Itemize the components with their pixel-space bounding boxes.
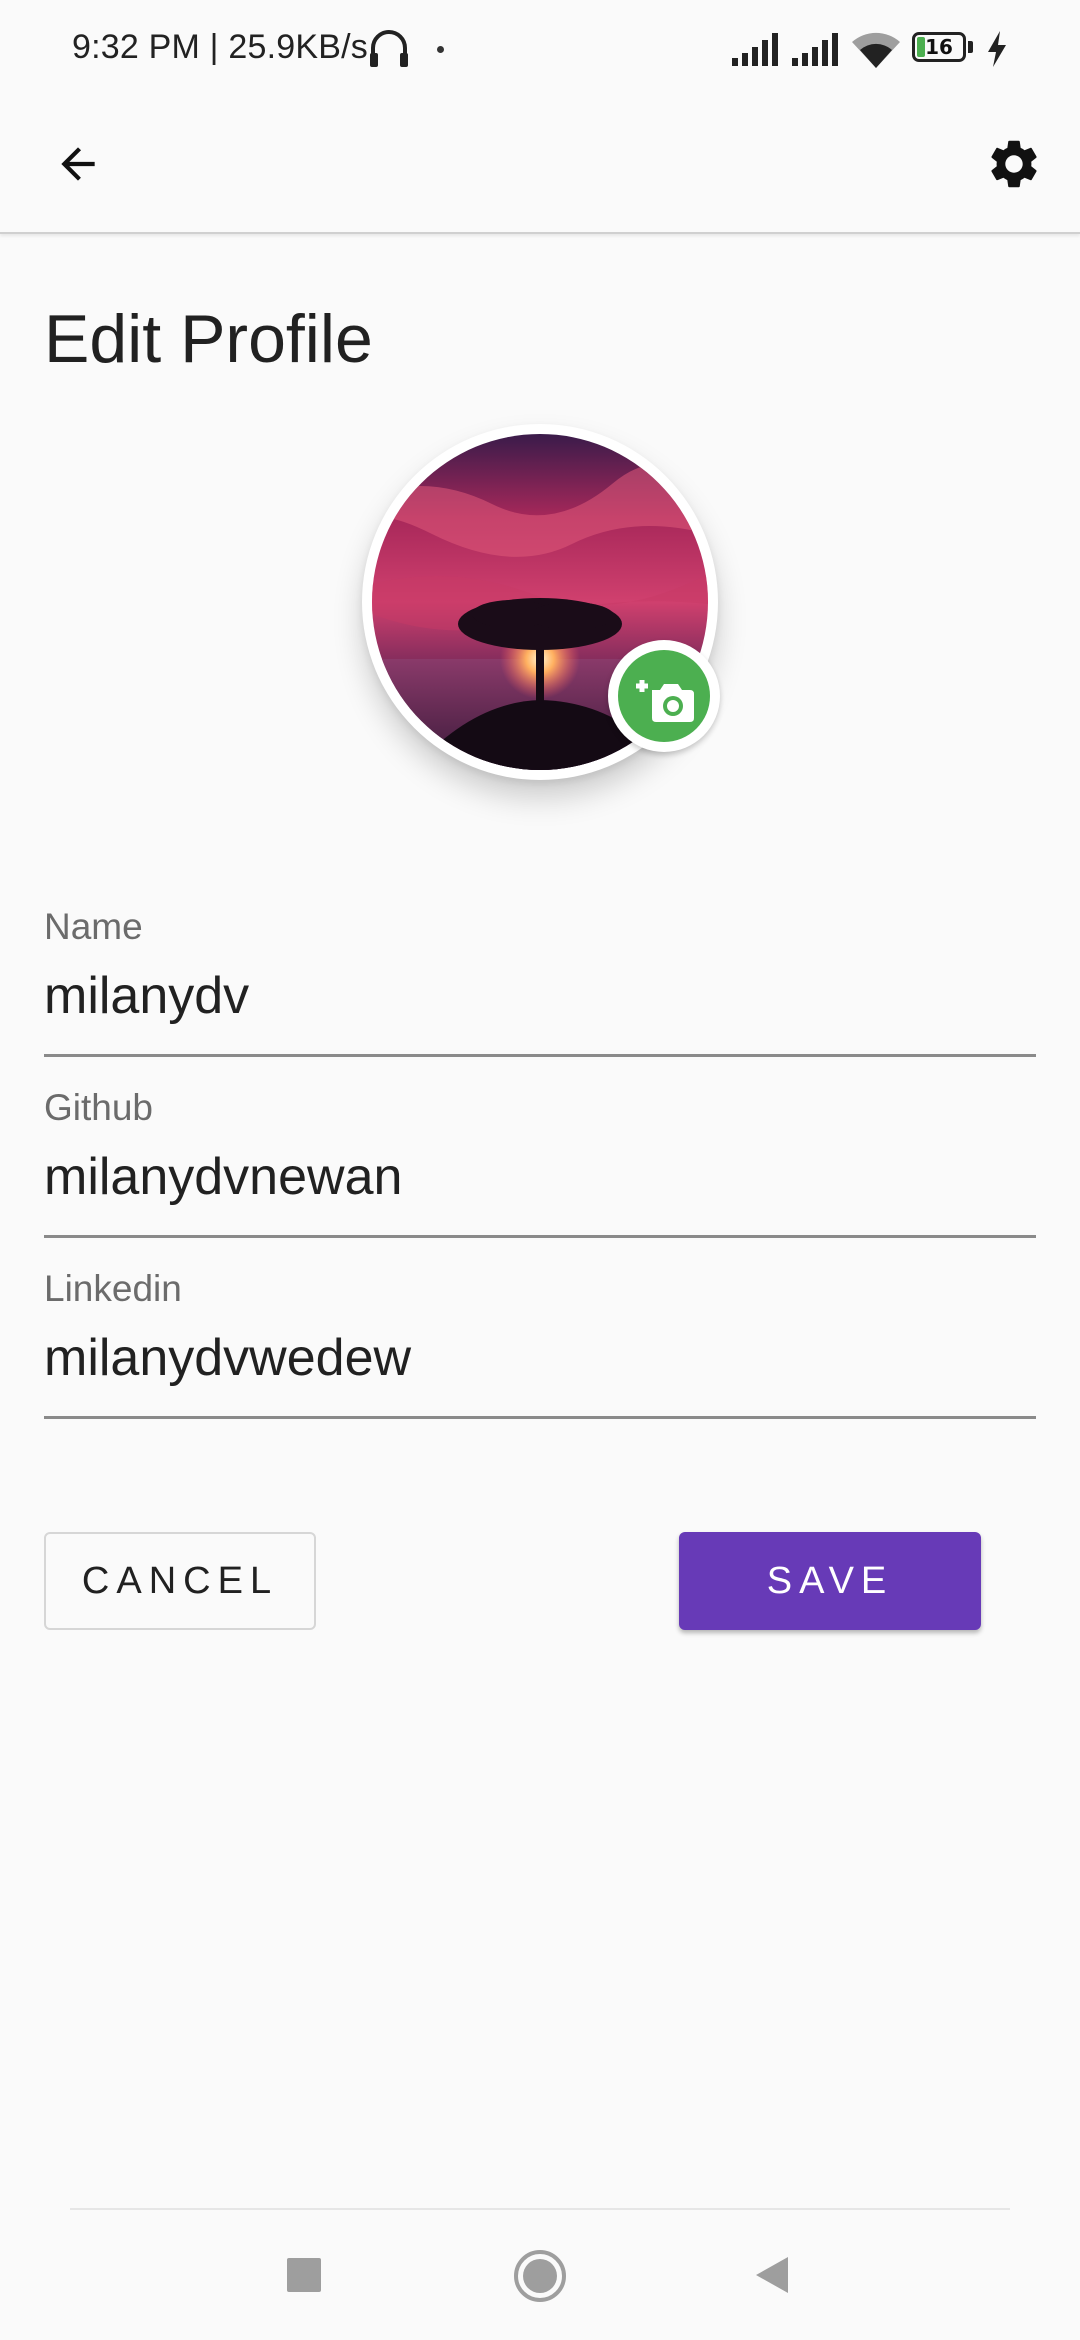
field-underline — [44, 1235, 1036, 1238]
charging-icon — [988, 31, 1006, 67]
battery-icon: 16 — [912, 32, 974, 64]
github-input[interactable]: milanydvnewan — [44, 1147, 1024, 1207]
field-underline — [44, 1054, 1036, 1057]
app-bar — [0, 96, 1080, 234]
status-bar: 9:32 PM | 25.9KB/s 16 — [0, 0, 1080, 96]
field-underline — [44, 1416, 1036, 1419]
signal-icon — [792, 33, 838, 66]
save-button[interactable]: SAVE — [679, 1532, 981, 1630]
cancel-button[interactable]: CANCEL — [44, 1532, 316, 1630]
wifi-icon — [852, 32, 900, 68]
add-photo-icon — [636, 680, 694, 722]
status-time-network: 9:32 PM | 25.9KB/s — [72, 28, 368, 66]
home-circle-icon[interactable] — [512, 2248, 568, 2304]
headphone-icon — [370, 30, 408, 67]
battery-level-text: 16 — [925, 35, 953, 59]
linkedin-field[interactable]: Linkedin milanydvwedew — [44, 1268, 1036, 1419]
arrow-left-icon — [61, 147, 95, 181]
signal-icon — [732, 33, 778, 66]
gear-icon — [991, 140, 1037, 188]
github-field[interactable]: Github milanydvnewan — [44, 1087, 1036, 1238]
page-title: Edit Profile — [44, 301, 373, 377]
settings-button[interactable] — [972, 122, 1056, 206]
notification-dot — [437, 46, 444, 53]
recents-square-icon[interactable] — [285, 2256, 323, 2294]
linkedin-input[interactable]: milanydvwedew — [44, 1328, 1024, 1388]
name-input[interactable]: milanydv — [44, 966, 1024, 1026]
field-label: Github — [44, 1087, 154, 1128]
name-field[interactable]: Name milanydv — [44, 906, 1036, 1057]
field-label: Name — [44, 906, 143, 947]
back-triangle-icon[interactable] — [752, 2254, 792, 2296]
change-photo-button[interactable] — [608, 640, 720, 752]
back-button[interactable] — [36, 122, 120, 206]
field-label: Linkedin — [44, 1268, 182, 1309]
